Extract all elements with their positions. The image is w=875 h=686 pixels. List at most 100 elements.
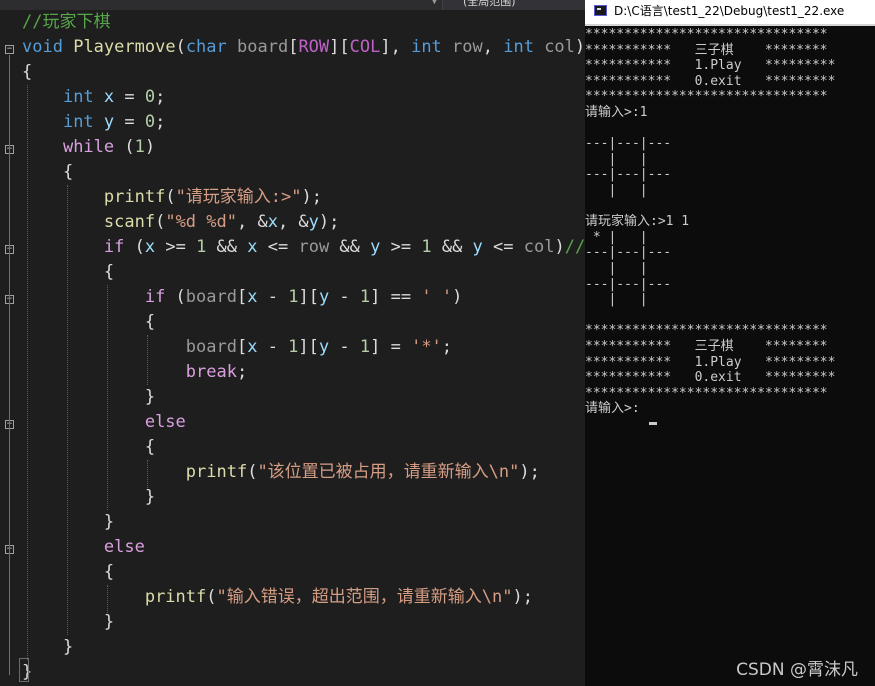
- console-line: *********** 1.Play *********: [585, 354, 836, 370]
- code-token: board: [226, 37, 289, 57]
- code-token: 1: [196, 237, 207, 257]
- code-line[interactable]: }: [22, 635, 73, 660]
- code-token: x: [103, 87, 115, 107]
- scope-dropdown[interactable]: (全局范围): [442, 0, 585, 10]
- code-token: (: [175, 37, 186, 57]
- code-line[interactable]: printf("请玩家输入:>");: [22, 185, 322, 210]
- code-line[interactable]: else: [22, 410, 186, 435]
- code-line[interactable]: }: [22, 510, 114, 535]
- code-token: y: [308, 212, 319, 232]
- code-token: board: [185, 287, 237, 307]
- code-token: ): [144, 137, 156, 157]
- code-token: ;: [236, 362, 248, 382]
- code-line[interactable]: int x = 0;: [22, 85, 165, 110]
- code-line[interactable]: if (board[x - 1][y - 1] == ' '): [22, 285, 462, 310]
- code-line[interactable]: {: [22, 60, 32, 85]
- code-line[interactable]: while (1): [22, 135, 155, 160]
- code-line[interactable]: if (x >= 1 && x <= row && y >= 1 && y <=…: [22, 235, 585, 260]
- code-token: x: [247, 287, 258, 307]
- code-line[interactable]: {: [22, 435, 155, 460]
- code-editor[interactable]: ▼ (全局范围) − − − − − − //玩家下棋 void Playermo…: [0, 0, 585, 686]
- code-token: (: [114, 137, 135, 157]
- code-line[interactable]: {: [22, 560, 114, 585]
- console-line: *********** 三子棋 ********: [585, 339, 828, 354]
- fold-guide-line: [9, 55, 10, 675]
- code-line[interactable]: scanf("%d %d", &x, &y);: [22, 210, 340, 235]
- code-token: x: [247, 237, 258, 257]
- code-line[interactable]: int y = 0;: [22, 110, 165, 135]
- code-token: y: [472, 237, 483, 257]
- code-token: &&: [206, 237, 248, 257]
- code-token: );: [512, 587, 533, 607]
- code-line[interactable]: //玩家下棋: [22, 10, 110, 35]
- code-token: =: [114, 112, 145, 132]
- console-app-icon: [594, 5, 607, 16]
- code-token: //x: [564, 237, 585, 257]
- chevron-down-icon[interactable]: ▼: [432, 0, 437, 6]
- code-token: [: [236, 287, 248, 307]
- console-title-bar[interactable]: D:\C语言\test1_22\Debug\test1_22.exe: [585, 0, 875, 24]
- code-token: }: [22, 512, 115, 532]
- code-token: ;: [441, 337, 453, 357]
- code-token: else: [144, 412, 186, 432]
- code-line[interactable]: {: [22, 260, 114, 285]
- code-token: ],: [380, 37, 412, 57]
- code-line[interactable]: printf("输入错误，超出范围，请重新输入\n");: [22, 585, 533, 610]
- code-line[interactable]: {: [22, 160, 73, 185]
- code-token: int: [411, 37, 442, 57]
- code-token: ][: [298, 337, 319, 357]
- code-line[interactable]: }: [22, 385, 155, 410]
- code-token: y: [370, 237, 381, 257]
- code-token: printf: [185, 462, 248, 482]
- code-token: int: [62, 112, 94, 132]
- code-token: row: [441, 37, 483, 57]
- code-token: while: [62, 137, 115, 157]
- code-token: y: [318, 337, 330, 357]
- code-token: col: [523, 237, 555, 257]
- code-token: "%d %d": [165, 212, 237, 232]
- console-line: | |: [585, 183, 672, 198]
- code-token: Playermove: [73, 37, 176, 57]
- code-line[interactable]: }: [22, 485, 155, 510]
- console-line: * | |: [585, 229, 672, 245]
- code-line[interactable]: }: [22, 610, 114, 635]
- code-line[interactable]: else: [22, 535, 145, 560]
- code-token: x: [144, 237, 156, 257]
- code-line[interactable]: break;: [22, 360, 247, 385]
- console-window[interactable]: D:\C语言\test1_22\Debug\test1_22.exe *****…: [585, 0, 875, 686]
- console-line: *******************************: [585, 323, 828, 339]
- code-token: {: [22, 562, 115, 582]
- console-line: *********** 0.exit *********: [585, 73, 836, 89]
- code-token: "请玩家输入:>": [175, 187, 302, 207]
- code-token: (: [247, 462, 258, 482]
- code-line[interactable]: void Playermove(char board[ROW][COL], in…: [22, 35, 585, 60]
- code-token: y: [318, 287, 330, 307]
- code-token: -: [257, 337, 289, 357]
- code-token: &&: [329, 237, 371, 257]
- console-line: | |: [585, 261, 672, 276]
- code-line[interactable]: printf("该位置已被占用，请重新输入\n");: [22, 460, 540, 485]
- code-token: printf: [144, 587, 207, 607]
- code-token: =: [114, 87, 145, 107]
- code-token: {: [22, 162, 74, 182]
- code-token: ][: [298, 287, 319, 307]
- code-token: break: [185, 362, 237, 382]
- code-token: {: [22, 437, 156, 457]
- code-token: if: [144, 287, 166, 307]
- code-token: {: [22, 262, 115, 282]
- code-token: else: [103, 537, 145, 557]
- collapse-icon[interactable]: −: [5, 45, 14, 54]
- console-cursor: [649, 422, 657, 425]
- code-line[interactable]: board[x - 1][y - 1] = '*';: [22, 335, 452, 360]
- code-line[interactable]: {: [22, 310, 155, 335]
- code-token: }: [22, 387, 156, 407]
- code-token: 1: [359, 337, 371, 357]
- code-token: COL: [349, 37, 381, 57]
- editor-gutter: [0, 10, 20, 686]
- code-token: (: [124, 237, 145, 257]
- console-line: *********** 0.exit *********: [585, 370, 836, 386]
